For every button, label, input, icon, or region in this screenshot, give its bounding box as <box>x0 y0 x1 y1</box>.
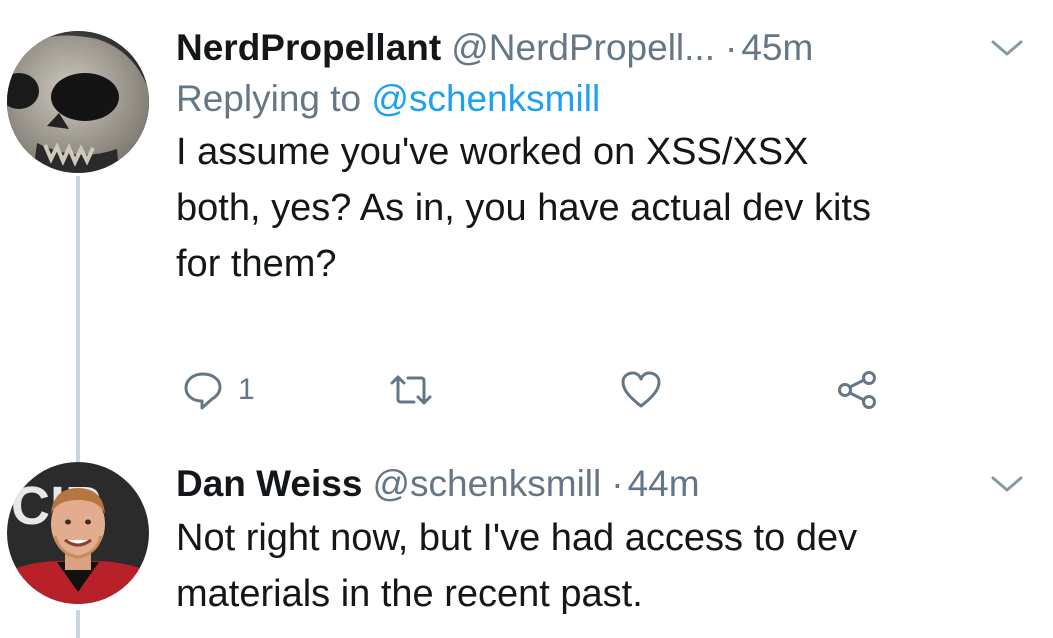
reply-button[interactable]: 1 <box>182 360 255 420</box>
chevron-down-icon[interactable] <box>987 30 1027 66</box>
like-button[interactable] <box>620 360 662 420</box>
replying-to-prefix: Replying to <box>176 78 362 119</box>
share-button[interactable] <box>836 360 880 420</box>
tweet[interactable]: NerdPropellant @NerdPropell... · 45m Rep… <box>176 22 1033 410</box>
heart-icon <box>621 371 661 408</box>
skull-avatar-image <box>7 31 149 173</box>
tweet-text-line: materials in the recent past. <box>176 573 643 615</box>
tweet-actions: 1 <box>176 360 896 420</box>
tweet-text-line: for them? <box>176 243 337 285</box>
user-handle[interactable]: @NerdPropell... <box>451 22 715 74</box>
thread-connector-line-bottom <box>76 610 80 638</box>
tweet-header: NerdPropellant @NerdPropell... · 45m <box>176 22 1033 74</box>
retweet-icon <box>390 375 432 405</box>
separator-dot: · <box>725 27 738 68</box>
reply-icon <box>184 372 222 410</box>
tweet-text-line: both, yes? As in, you have actual dev ki… <box>176 187 871 229</box>
tweet[interactable]: Dan Weiss @schenksmill · 44m Not right n… <box>176 458 1033 622</box>
share-icon <box>838 371 876 409</box>
display-name[interactable]: NerdPropellant <box>176 22 441 74</box>
person-avatar-image: CIP <box>7 462 149 604</box>
tweet-text: Not right now, but I've had access to de… <box>176 510 1033 622</box>
thread-connector-line <box>76 176 80 462</box>
display-name[interactable]: Dan Weiss <box>176 458 362 510</box>
retweet-button[interactable] <box>388 360 434 420</box>
timestamp[interactable]: 45m <box>741 22 813 74</box>
user-handle[interactable]: @schenksmill <box>372 458 601 510</box>
timestamp[interactable]: 44m <box>628 458 700 510</box>
chevron-down-icon[interactable] <box>987 466 1027 502</box>
tweet-text-line: Not right now, but I've had access to de… <box>176 517 858 559</box>
tweet-text-line: I assume you've worked on XSS/XSX <box>176 131 809 173</box>
replying-to-line: Replying to @schenksmill <box>176 74 1033 124</box>
avatar[interactable] <box>7 31 149 173</box>
reply-count: 1 <box>238 373 255 406</box>
tweet-text: I assume you've worked on XSS/XSX both, … <box>176 124 1033 292</box>
separator-dot: · <box>611 463 624 504</box>
avatar[interactable]: CIP <box>7 462 149 604</box>
tweet-header: Dan Weiss @schenksmill · 44m <box>176 458 1033 510</box>
replying-to-mention[interactable]: @schenksmill <box>371 78 600 119</box>
